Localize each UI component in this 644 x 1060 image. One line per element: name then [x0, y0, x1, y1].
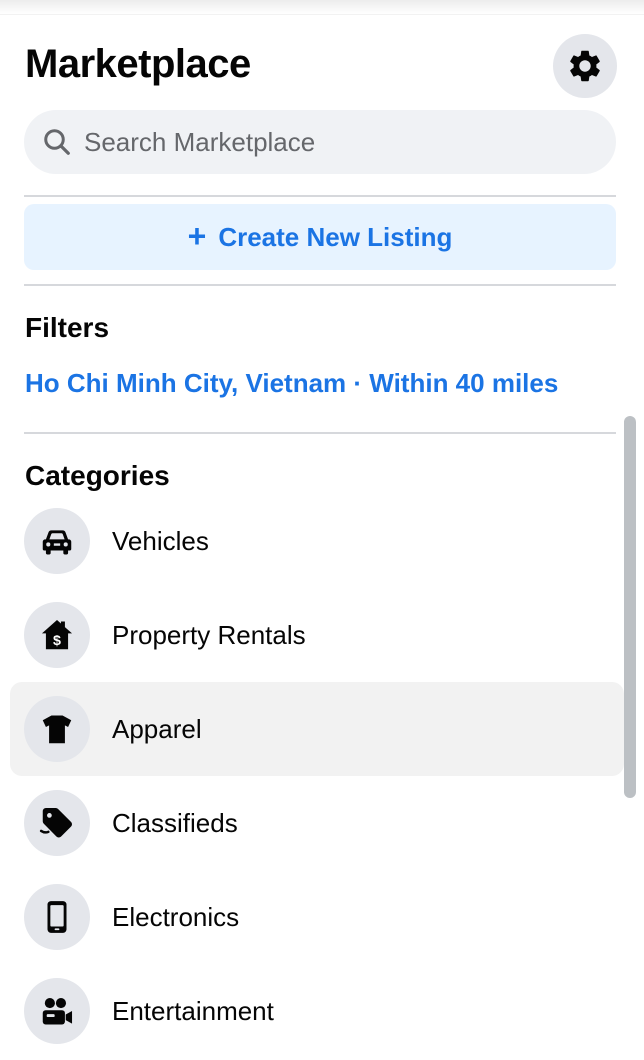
svg-text:$: $	[53, 633, 61, 649]
location-filter-link[interactable]: Ho Chi Minh City, Vietnam · Within 40 mi…	[25, 368, 558, 399]
category-label: Vehicles	[112, 525, 209, 556]
divider	[24, 432, 616, 434]
category-label: Electronics	[112, 901, 240, 932]
category-item-apparel[interactable]: Apparel	[10, 682, 624, 776]
gear-icon	[570, 50, 600, 82]
search-bar[interactable]	[24, 110, 616, 174]
plus-icon: +	[187, 217, 207, 254]
shirt-icon	[24, 696, 90, 762]
category-item-vehicles[interactable]: Vehicles	[10, 494, 624, 588]
category-label: Property Rentals	[112, 619, 306, 650]
settings-button[interactable]	[553, 34, 617, 98]
category-label: Entertainment	[112, 995, 274, 1026]
categories-heading: Categories	[25, 460, 170, 491]
category-label: Apparel	[112, 713, 202, 744]
car-icon	[24, 508, 90, 574]
house-dollar-icon: $	[24, 602, 90, 668]
category-label: Classifieds	[112, 807, 238, 838]
create-listing-label: Create New Listing	[218, 221, 453, 252]
tag-icon	[24, 790, 90, 856]
header: Marketplace	[25, 34, 617, 98]
scrollbar-thumb[interactable]	[624, 416, 636, 798]
divider	[24, 284, 616, 286]
people-camera-icon	[24, 978, 90, 1044]
page-title: Marketplace	[25, 42, 251, 86]
category-item-property-rentals[interactable]: $ Property Rentals	[10, 588, 624, 682]
category-item-electronics[interactable]: Electronics	[10, 870, 624, 964]
divider	[24, 195, 616, 197]
category-item-entertainment[interactable]: Entertainment	[10, 964, 624, 1058]
top-edge-shadow	[0, 0, 644, 15]
search-icon	[42, 127, 72, 157]
phone-icon	[24, 884, 90, 950]
category-list: Vehicles $ Property Rentals Apparel Clas…	[10, 494, 624, 1058]
filters-heading: Filters	[25, 312, 110, 343]
category-item-classifieds[interactable]: Classifieds	[10, 776, 624, 870]
marketplace-sidebar: Marketplace + Create New Listing Filters…	[0, 0, 644, 1060]
search-input[interactable]	[82, 125, 586, 159]
create-new-listing-button[interactable]: + Create New Listing	[24, 204, 616, 270]
